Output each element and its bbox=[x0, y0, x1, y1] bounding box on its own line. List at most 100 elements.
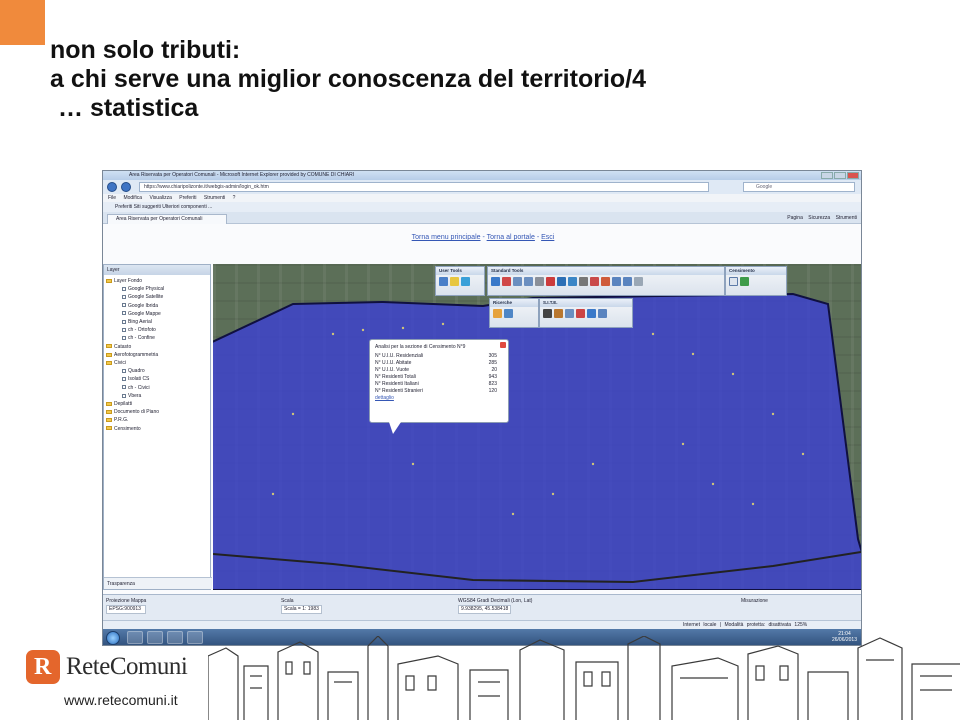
layer-item[interactable]: ch - Ortofoto bbox=[106, 326, 208, 334]
transparency-control[interactable]: Trasparenza bbox=[104, 577, 212, 589]
link-portal[interactable]: Torna al portale bbox=[487, 234, 535, 241]
export-icon[interactable] bbox=[601, 277, 610, 286]
layer-item[interactable]: ch - Civici bbox=[106, 384, 208, 392]
layer-label: Google Satellite bbox=[128, 294, 164, 301]
layer-label: Google Ibrida bbox=[128, 302, 159, 309]
projection-value: EPSG:900913 bbox=[106, 605, 146, 614]
zone-status: Internet locale | Modalità protetta: dis… bbox=[683, 622, 792, 628]
layer-item[interactable]: Google Physical bbox=[106, 285, 208, 293]
slide-title: non solo tributi: a chi serve una miglio… bbox=[50, 36, 646, 123]
find-icon[interactable] bbox=[565, 309, 574, 318]
info-icon[interactable] bbox=[557, 277, 566, 286]
checkbox-icon[interactable] bbox=[122, 286, 126, 291]
ie-taskbar-icon[interactable] bbox=[127, 631, 143, 644]
folder-icon[interactable] bbox=[450, 277, 459, 286]
zoom-in-icon[interactable] bbox=[513, 277, 522, 286]
detail-link[interactable]: dettaglio bbox=[375, 395, 503, 402]
checkbox-icon[interactable] bbox=[122, 385, 126, 390]
parcel-icon[interactable] bbox=[554, 309, 563, 318]
layer-item[interactable]: Bing Aerial bbox=[106, 318, 208, 326]
zoom-extent-icon[interactable] bbox=[502, 277, 511, 286]
checkbox-icon[interactable] bbox=[122, 295, 126, 300]
home-search-icon[interactable] bbox=[493, 309, 502, 318]
popup-row: N° Residenti Stranieri 120 bbox=[375, 388, 503, 395]
maximize-button[interactable] bbox=[834, 172, 846, 179]
checkbox-icon[interactable] bbox=[122, 377, 126, 382]
back-arrow-icon[interactable] bbox=[461, 277, 470, 286]
popup-row-label: N° U.I.U. Residenziali bbox=[375, 353, 424, 359]
layer-item[interactable]: Quadro bbox=[106, 367, 208, 375]
layer-item[interactable]: Censimento bbox=[106, 425, 208, 433]
favorites-bar[interactable]: Preferiti Siti suggeriti Ulteriori compo… bbox=[103, 202, 861, 212]
layer-item[interactable]: Civici bbox=[106, 359, 208, 367]
folder-icon bbox=[106, 426, 112, 431]
title-line-3: … statistica bbox=[58, 94, 199, 122]
checkbox-icon[interactable] bbox=[122, 311, 126, 316]
layer-item[interactable]: Google Mappe bbox=[106, 310, 208, 318]
layer-label: ch - Ortofoto bbox=[128, 327, 156, 334]
measure-icon[interactable] bbox=[579, 277, 588, 286]
checkbox-icon[interactable] bbox=[122, 368, 126, 373]
back-icon[interactable] bbox=[107, 182, 117, 192]
command-bar[interactable]: Pagina Sicurezza Strumenti bbox=[787, 214, 857, 222]
layer-item[interactable]: Google Ibrida bbox=[106, 302, 208, 310]
close-window-button[interactable] bbox=[847, 172, 859, 179]
layer-item[interactable]: P.R.G. bbox=[106, 416, 208, 424]
layer-label: Isolati CS bbox=[128, 376, 150, 383]
layer-item[interactable]: Documento di Piano bbox=[106, 408, 208, 416]
layer-item[interactable]: Layer Fondo bbox=[106, 277, 208, 285]
address-input[interactable]: https://www.chiaripolizonte.it/webgis-ad… bbox=[139, 182, 709, 192]
close-icon[interactable] bbox=[500, 342, 506, 348]
layer-item[interactable]: Isolati CS bbox=[106, 375, 208, 383]
report-icon[interactable] bbox=[576, 309, 585, 318]
browser-tab[interactable]: Area Riservata per Operatori Comunali bbox=[107, 214, 227, 224]
prev-extent-icon[interactable] bbox=[612, 277, 621, 286]
help-icon[interactable] bbox=[598, 309, 607, 318]
link-icon[interactable] bbox=[587, 309, 596, 318]
checkbox-icon[interactable] bbox=[122, 303, 126, 308]
web-page: Torna menu principale - Torna al portale… bbox=[103, 224, 861, 620]
folder-icon bbox=[106, 401, 112, 406]
popup-row: N° U.I.U. Abitate 285 bbox=[375, 360, 503, 367]
minimize-button[interactable] bbox=[821, 172, 833, 179]
zoom-box-icon[interactable] bbox=[491, 277, 500, 286]
media-taskbar-icon[interactable] bbox=[147, 631, 163, 644]
brand-name: ReteComuni bbox=[66, 653, 188, 680]
checkbox-icon[interactable] bbox=[122, 319, 126, 324]
save-icon[interactable] bbox=[439, 277, 448, 286]
map-view[interactable]: User Tools Standard Tools Censimento Ric… bbox=[213, 264, 861, 590]
zoom-out-icon[interactable] bbox=[524, 277, 533, 286]
explorer-taskbar-icon[interactable] bbox=[167, 631, 183, 644]
pointer-icon[interactable] bbox=[543, 309, 552, 318]
app-taskbar-icon[interactable] bbox=[187, 631, 203, 644]
layers-icon[interactable] bbox=[568, 277, 577, 286]
checkbox-icon[interactable] bbox=[122, 393, 126, 398]
checkbox-icon[interactable] bbox=[122, 336, 126, 341]
census-export-icon[interactable] bbox=[740, 277, 749, 286]
street-search-icon[interactable] bbox=[504, 309, 513, 318]
menu-bar[interactable]: File Modifica Visualizza Preferiti Strum… bbox=[103, 194, 861, 202]
next-extent-icon[interactable] bbox=[623, 277, 632, 286]
search-input[interactable]: Google bbox=[743, 182, 855, 192]
census-polygon[interactable] bbox=[213, 292, 861, 590]
checkbox-icon[interactable] bbox=[122, 327, 126, 332]
zoom-level[interactable]: 125% bbox=[794, 622, 807, 628]
pan-hand-icon[interactable] bbox=[535, 277, 544, 286]
start-button[interactable] bbox=[106, 631, 120, 645]
layer-item[interactable]: Aerofotogrammetria bbox=[106, 351, 208, 359]
layer-item[interactable]: Depilatti bbox=[106, 400, 208, 408]
layer-item[interactable]: ch - Confine bbox=[106, 334, 208, 342]
layer-label: P.R.G. bbox=[114, 417, 129, 424]
forward-icon[interactable] bbox=[121, 182, 131, 192]
layer-item[interactable]: Catasto bbox=[106, 343, 208, 351]
link-exit[interactable]: Esci bbox=[541, 234, 554, 241]
clear-icon[interactable] bbox=[634, 277, 643, 286]
map-status-bar: Proiezione Mappa EPSG:900913 Scala Scala… bbox=[103, 594, 861, 620]
print-icon[interactable] bbox=[590, 277, 599, 286]
pin-icon[interactable] bbox=[546, 277, 555, 286]
census-query-icon[interactable] bbox=[729, 277, 738, 286]
logo-letter: R bbox=[34, 654, 52, 680]
layer-item[interactable]: Google Satellite bbox=[106, 293, 208, 301]
layer-item[interactable]: Vbera bbox=[106, 392, 208, 400]
link-main-menu[interactable]: Torna menu principale bbox=[412, 234, 481, 241]
